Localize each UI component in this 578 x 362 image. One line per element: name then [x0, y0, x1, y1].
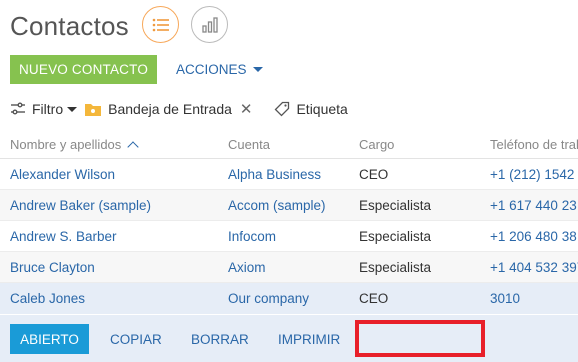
tag-filter[interactable]: Etiqueta [274, 101, 348, 117]
new-contact-button[interactable]: NUEVO CONTACTO [10, 55, 157, 84]
list-view-button[interactable] [142, 6, 179, 43]
sort-ascending-icon [127, 140, 139, 152]
filter-icon [11, 102, 25, 115]
row-action-bar: ABIERTO COPIAR BORRAR IMPRIMIR [0, 315, 578, 362]
contact-name-link[interactable]: Andrew S. Barber [10, 229, 220, 244]
column-header-role[interactable]: Cargo [359, 137, 484, 152]
copy-button[interactable]: COPIAR [110, 324, 162, 354]
role-cell: Especialista [359, 197, 432, 213]
tag-label: Etiqueta [296, 101, 348, 117]
account-link[interactable]: Axiom [228, 260, 353, 275]
chevron-down-icon [252, 67, 263, 72]
folder-filter[interactable]: Bandeja de Entrada ✕ [85, 100, 252, 118]
phone-link[interactable]: +1 (212) 1542 4 [490, 167, 578, 182]
contact-name-link[interactable]: Alexander Wilson [10, 167, 220, 182]
role-cell: Especialista [359, 259, 432, 275]
page-title: Contactos [10, 10, 129, 41]
page-header: Contactos [10, 6, 129, 46]
filter-label: Filtro [32, 101, 64, 117]
account-link[interactable]: Infocom [228, 229, 353, 244]
contact-name-link[interactable]: Andrew Baker (sample) [10, 198, 220, 213]
table-row[interactable]: Bruce Clayton Axiom Especialista +1 404 … [0, 252, 578, 283]
phone-link[interactable]: 3010 [490, 291, 578, 306]
column-header-account[interactable]: Cuenta [228, 137, 353, 152]
phone-link[interactable]: +1 404 532 397 [490, 260, 578, 275]
filter-dropdown[interactable]: Filtro [10, 101, 78, 117]
account-link[interactable]: Our company [228, 291, 353, 306]
table-row-selected[interactable]: Caleb Jones Our company CEO 3010 [0, 283, 578, 314]
folder-icon [85, 103, 102, 116]
print-button[interactable]: IMPRIMIR [278, 324, 340, 354]
open-button[interactable]: ABIERTO [10, 324, 89, 354]
bar-chart-icon [201, 16, 218, 33]
phone-link[interactable]: +1 617 440 23 [490, 198, 578, 213]
column-header-name[interactable]: Nombre y apellidos [10, 137, 220, 152]
table-row[interactable]: Andrew S. Barber Infocom Especialista +1… [0, 221, 578, 252]
role-cell: CEO [359, 166, 389, 182]
table-row[interactable]: Andrew Baker (sample) Accom (sample) Esp… [0, 190, 578, 221]
role-cell: Especialista [359, 228, 432, 244]
contacts-grid: Nombre y apellidos Cuenta Cargo Teléfono… [0, 130, 578, 314]
phone-link[interactable]: +1 206 480 38 [490, 229, 578, 244]
folder-filter-label: Bandeja de Entrada [108, 101, 232, 117]
actions-label: ACCIONES [176, 62, 247, 77]
chart-view-button[interactable] [191, 6, 228, 43]
contact-name-link[interactable]: Caleb Jones [10, 291, 220, 306]
role-cell: CEO [359, 291, 389, 306]
close-icon[interactable]: ✕ [240, 100, 253, 118]
list-icon [152, 18, 169, 31]
contact-name-link[interactable]: Bruce Clayton [10, 260, 220, 275]
table-row[interactable]: Alexander Wilson Alpha Business CEO +1 (… [0, 159, 578, 190]
highlight-box [355, 320, 485, 357]
column-header-phone[interactable]: Teléfono de trab [490, 137, 578, 152]
filter-bar: Filtro Bandeja de Entrada ✕ Etiqueta [10, 98, 356, 120]
tag-icon [275, 101, 290, 117]
account-link[interactable]: Accom (sample) [228, 198, 353, 213]
delete-button[interactable]: BORRAR [191, 324, 249, 354]
account-link[interactable]: Alpha Business [228, 167, 353, 182]
actions-menu-button[interactable]: ACCIONES [176, 55, 263, 84]
chevron-down-icon [67, 106, 78, 112]
grid-header: Nombre y apellidos Cuenta Cargo Teléfono… [0, 130, 578, 159]
